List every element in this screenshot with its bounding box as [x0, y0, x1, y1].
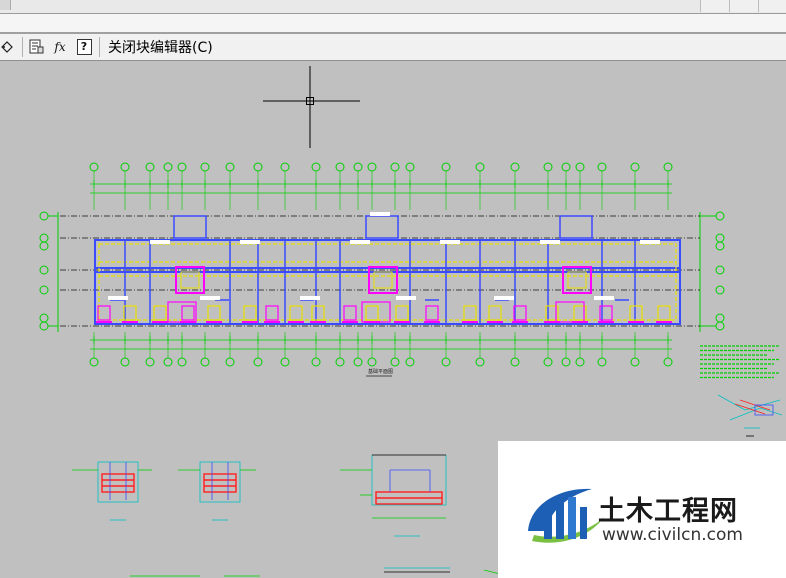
section-detail-3: [340, 454, 450, 573]
axis-bubble: [311, 162, 321, 172]
axis-bubble: [145, 162, 155, 172]
axis-bubble: [200, 357, 210, 367]
design-notes: [700, 345, 780, 379]
watermark-panel: 土木工程网 www.civilcn.com: [498, 441, 786, 578]
axis-grid-lines: [93, 171, 669, 358]
stair-cores: [173, 215, 593, 294]
drawing-canvas[interactable]: 基础平面图 土木工程网 www.civilcn.com: [0, 61, 786, 578]
axis-bubble: [200, 162, 210, 172]
axis-bubble: [441, 162, 451, 172]
axis-bubble: [405, 162, 415, 172]
partition-walls: [110, 240, 664, 324]
axis-bubble: [543, 162, 553, 172]
application-title-bar: [0, 0, 786, 14]
watermark-url: www.civilcn.com: [602, 525, 743, 545]
axis-bubbles-bottom: [89, 357, 673, 367]
axis-bubble: [335, 357, 345, 367]
axis-bubble: [543, 357, 553, 367]
axis-bubble: [630, 357, 640, 367]
axis-bubble: [225, 162, 235, 172]
close-window-button[interactable]: [758, 0, 786, 12]
axis-bubble: [120, 162, 130, 172]
axis-bubble: [120, 357, 130, 367]
axis-bubble: [597, 357, 607, 367]
axis-bubble: [405, 357, 415, 367]
axis-bubble: [280, 357, 290, 367]
axis-bubble: [311, 357, 321, 367]
pile-caps: [96, 301, 672, 323]
block-editor-toolbar: fx ? 关闭块编辑器(C): [0, 34, 786, 61]
axis-bubble: [367, 357, 377, 367]
axis-bubble: [253, 357, 263, 367]
axis-bubble: [335, 162, 345, 172]
drawing-title: 基础平面图: [368, 368, 393, 375]
axis-bubble: [89, 162, 99, 172]
axis-bubble: [177, 162, 187, 172]
axis-bubble: [630, 162, 640, 172]
axis-bubble: [510, 162, 520, 172]
ribbon-gap: [0, 14, 786, 34]
attribute-definition-icon[interactable]: [27, 36, 45, 58]
detail-right: [717, 394, 783, 437]
bottom-fragments: [130, 569, 501, 577]
axis-bubble: [163, 162, 173, 172]
axis-bubble: [353, 357, 363, 367]
close-block-editor-button[interactable]: 关闭块编辑器(C): [104, 37, 217, 57]
foundation-plan: 基础平面图: [39, 162, 725, 377]
axis-bubble: [163, 357, 173, 367]
section-detail-1: [72, 461, 152, 521]
minimize-button[interactable]: [700, 0, 729, 12]
help-icon-glyph: ?: [76, 39, 92, 55]
axis-bubble: [225, 357, 235, 367]
axis-bubble: [353, 162, 363, 172]
foundation-walls-yellow: [98, 243, 677, 321]
foundation-walls-blue: [94, 239, 681, 325]
axis-bubble: [561, 162, 571, 172]
axis-bubble: [561, 357, 571, 367]
axis-bubble: [441, 357, 451, 367]
watermark-title: 土木工程网: [598, 496, 738, 527]
axis-bubble: [475, 357, 485, 367]
toolbar-separator: [99, 37, 100, 57]
axis-bubble: [663, 162, 673, 172]
axis-bubble: [390, 162, 400, 172]
axis-bubble: [367, 162, 377, 172]
axis-bubble: [390, 357, 400, 367]
axis-bubble: [510, 357, 520, 367]
help-icon[interactable]: ?: [75, 36, 93, 58]
axis-bubble: [280, 162, 290, 172]
fx-icon[interactable]: fx: [51, 36, 69, 58]
axis-bubble: [177, 357, 187, 367]
label-plates: [108, 212, 660, 300]
axis-bubble: [663, 357, 673, 367]
maximize-button[interactable]: [729, 0, 758, 12]
crosshair-cursor: [263, 66, 360, 148]
title-bar-edge: [0, 0, 11, 10]
axis-bubble: [145, 357, 155, 367]
axis-bubbles-top: [89, 162, 673, 172]
axis-bubble: [89, 357, 99, 367]
axis-bubble: [475, 162, 485, 172]
axis-bubble: [575, 357, 585, 367]
axis-bubble: [253, 162, 263, 172]
section-detail-2: [178, 461, 256, 521]
axis-bubble: [575, 162, 585, 172]
toolbar-separator: [22, 37, 23, 57]
parameter-tool-icon[interactable]: [0, 36, 16, 58]
axis-bubble: [597, 162, 607, 172]
